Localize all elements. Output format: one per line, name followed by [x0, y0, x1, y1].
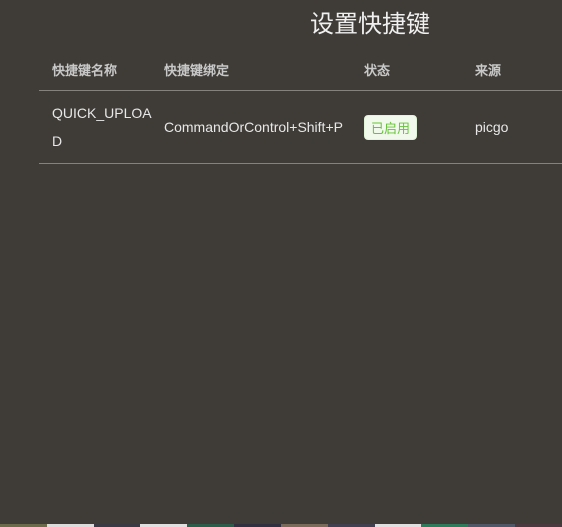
page-title: 设置快捷键	[310, 10, 430, 38]
header-source: 来源	[475, 63, 502, 79]
table-header: 快捷键名称 快捷键绑定 状态 来源	[39, 48, 562, 91]
shortcut-table: 快捷键名称 快捷键绑定 状态 来源 QUICK_UPLOAD CommandOr…	[39, 48, 562, 164]
header-status: 状态	[364, 63, 391, 79]
header-shortcut-binding: 快捷键绑定	[164, 63, 230, 79]
shortcut-source: picgo	[475, 119, 509, 135]
shortcut-binding[interactable]: CommandOrControl+Shift+P	[152, 113, 352, 141]
table-row[interactable]: QUICK_UPLOAD CommandOrControl+Shift+P 已启…	[39, 91, 562, 164]
header-shortcut-name: 快捷键名称	[52, 63, 118, 79]
shortcut-name: QUICK_UPLOAD	[52, 105, 152, 149]
status-badge[interactable]: 已启用	[364, 114, 418, 140]
status-cell: 已启用	[352, 114, 463, 140]
